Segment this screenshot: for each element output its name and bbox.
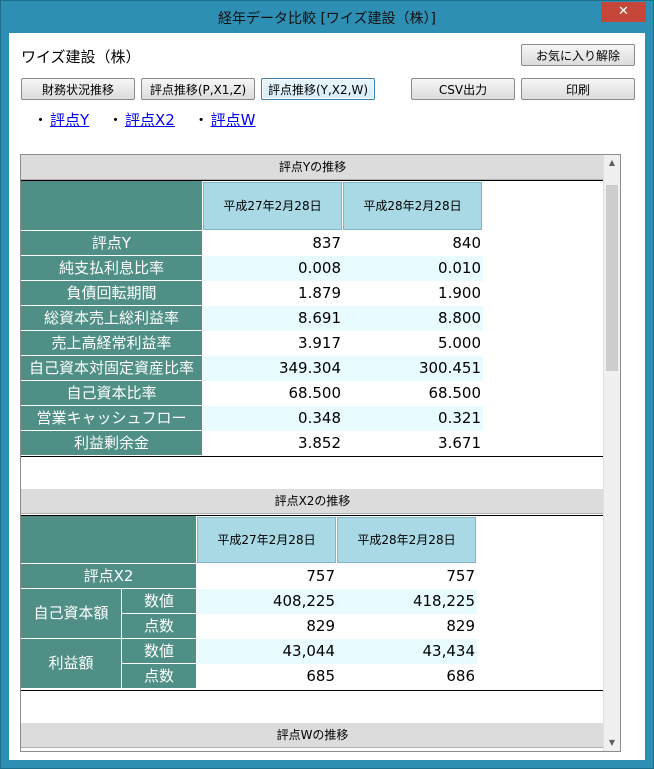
sub-label: 点数	[122, 664, 196, 689]
link-score-x2[interactable]: 評点X2	[125, 111, 175, 129]
row-value: 8.800	[343, 306, 483, 331]
row-value: 300.451	[343, 356, 483, 381]
row-label: 負債回転期間	[21, 281, 202, 306]
row-label: 総資本売上総利益率	[21, 306, 202, 331]
row-label: 売上高経常利益率	[21, 331, 202, 356]
corner-cell	[21, 516, 196, 564]
window-title: 経年データ比較 [ワイズ建設（株）]	[218, 11, 436, 27]
section-w-header: 評点Wの推移	[21, 723, 604, 748]
group-label: 自己資本額	[21, 589, 122, 639]
scroll-thumb[interactable]	[606, 185, 618, 371]
client-area: ワイズ建設（株） お気に入り解除 財務状況推移 評点推移(P,X1,Z) 評点推…	[9, 33, 645, 760]
row-value: 0.010	[343, 256, 483, 281]
close-button[interactable]: ✕	[601, 2, 646, 22]
row-label: 評点X2	[21, 564, 196, 589]
row-value: 418,225	[337, 589, 477, 614]
row-value: 1.879	[298, 284, 341, 302]
financial-trend-button[interactable]: 財務状況推移	[21, 78, 135, 100]
period-header: 平成27年2月28日	[197, 517, 336, 563]
row-value: 685	[306, 667, 335, 685]
corner-cell	[21, 181, 202, 231]
group-label: 利益額	[21, 639, 122, 689]
link-score-w[interactable]: 評点W	[211, 111, 256, 129]
row-value: 3.917	[298, 334, 341, 352]
row-value: 0.348	[203, 406, 343, 431]
row-value: 8.691	[203, 306, 343, 331]
row-value: 686	[446, 667, 475, 685]
scroll-up-icon[interactable]: ▲	[604, 155, 620, 171]
vertical-scrollbar[interactable]: ▲ ▼	[603, 155, 620, 751]
score-yxw-button[interactable]: 評点推移(Y,X2,W)	[261, 78, 375, 100]
score-pxz-button[interactable]: 評点推移(P,X1,Z)	[141, 78, 255, 100]
section-y-table: 平成27年2月28日 平成28年2月28日 評点Y 837 840 純支払利息比…	[21, 180, 615, 457]
link-score-y[interactable]: 評点Y	[50, 111, 89, 129]
row-value: 837	[312, 234, 341, 252]
row-value: 829	[306, 617, 335, 635]
row-value: 3.852	[298, 434, 341, 452]
row-value: 68.500	[288, 384, 342, 402]
scroll-down-icon[interactable]: ▼	[604, 735, 620, 751]
period-header: 平成28年2月28日	[337, 517, 476, 563]
link-bullet: ・	[107, 111, 123, 129]
row-value: 1.900	[438, 284, 481, 302]
title-bar: 経年データ比較 [ワイズ建設（株）] ✕	[1, 1, 653, 33]
row-value: 43,434	[337, 639, 477, 664]
row-value: 757	[306, 567, 335, 585]
row-value: 0.008	[203, 256, 343, 281]
row-label: 自己資本対固定資産比率	[21, 356, 202, 381]
row-value: 757	[446, 567, 475, 585]
section-y-header: 評点Yの推移	[21, 155, 604, 180]
row-value: 3.671	[438, 434, 481, 452]
link-bullet: ・	[33, 111, 49, 129]
sub-label: 点数	[122, 614, 196, 639]
period-header: 平成28年2月28日	[343, 182, 482, 230]
row-label: 純支払利息比率	[21, 256, 202, 281]
row-label: 利益剰余金	[21, 431, 202, 456]
row-value: 408,225	[197, 589, 337, 614]
section-links: ・評点Y ・評点X2 ・評点W	[33, 109, 269, 130]
favorite-remove-button[interactable]: お気に入り解除	[521, 44, 635, 66]
row-label: 自己資本比率	[21, 381, 202, 406]
row-value: 840	[452, 234, 481, 252]
row-value: 0.321	[343, 406, 483, 431]
sub-label: 数値	[122, 639, 196, 664]
row-value: 829	[446, 617, 475, 635]
print-button[interactable]: 印刷	[521, 78, 635, 100]
row-label: 評点Y	[21, 231, 202, 256]
link-bullet: ・	[193, 111, 209, 129]
row-value: 349.304	[203, 356, 343, 381]
section-x2-table: 平成27年2月28日 平成28年2月28日 評点X2 757 757 自己資本額…	[21, 515, 615, 691]
app-window: 経年データ比較 [ワイズ建設（株）] ✕ ワイズ建設（株） お気に入り解除 財務…	[0, 0, 654, 769]
company-name: ワイズ建設（株）	[21, 48, 141, 66]
row-label: 営業キャッシュフロー	[21, 406, 202, 431]
sub-label: 数値	[122, 589, 196, 614]
row-value: 5.000	[438, 334, 481, 352]
period-header: 平成27年2月28日	[203, 182, 342, 230]
section-x2-header: 評点X2の推移	[21, 489, 604, 514]
row-value: 43,044	[197, 639, 337, 664]
csv-export-button[interactable]: CSV出力	[411, 78, 515, 100]
scroll-panel: 評点Yの推移 平成27年2月28日 平成28年2月28日 評点Y 837 840…	[20, 154, 621, 752]
row-value: 68.500	[428, 384, 482, 402]
